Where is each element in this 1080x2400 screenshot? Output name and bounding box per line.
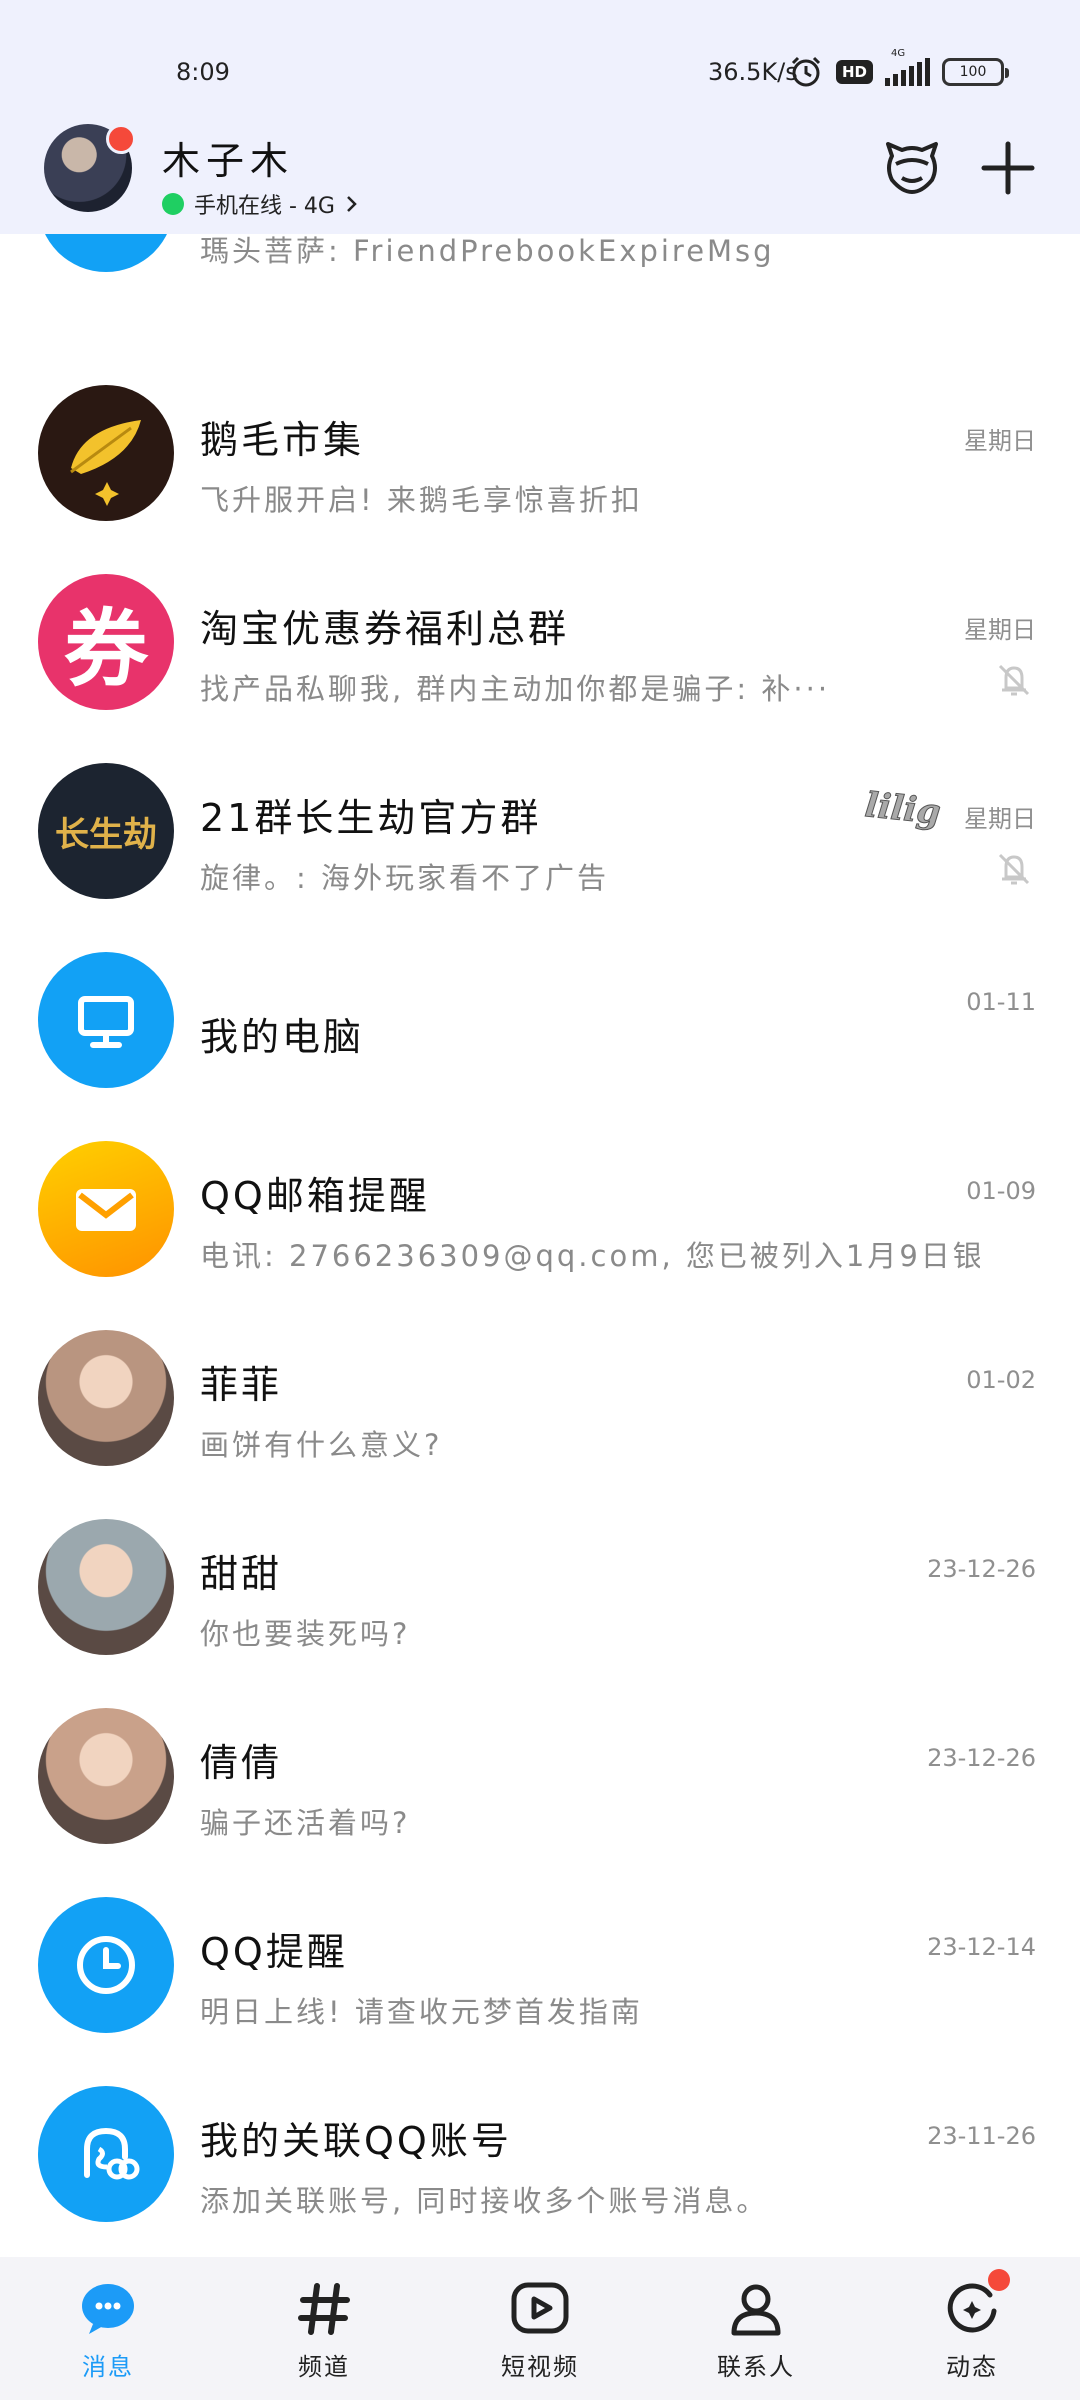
chat-title: QQ提醒 — [200, 1930, 348, 1974]
chat-avatar — [38, 1897, 174, 2033]
chat-time: 星期日 — [964, 427, 1036, 455]
chat-title: 菲菲 — [200, 1363, 283, 1407]
alarm-icon — [791, 56, 821, 87]
play-icon — [508, 2277, 572, 2341]
chat-avatar — [38, 2086, 174, 2222]
chat-avatar — [38, 1519, 174, 1655]
signal-icon: 4G — [885, 48, 931, 86]
chat-title: 21群长生劫官方群 — [200, 796, 542, 840]
bottom-nav: 消息 频道 短视频 联系人 动态 — [0, 2257, 1080, 2400]
monitor-icon — [71, 985, 141, 1055]
chat-item[interactable]: 鹅毛市集飞升服开启! 来鹅毛享惊喜折扣 星期日 — [0, 347, 1080, 536]
chat-item[interactable]: 倩倩骗子还活着吗? 23-12-26 — [0, 1670, 1080, 1859]
mail-icon — [64, 1167, 148, 1251]
status-icons: HD 4G 100 — [788, 48, 1010, 90]
profile-avatar[interactable] — [44, 124, 136, 212]
chat-item[interactable]: 我的关联QQ账号添加关联账号, 同时接收多个账号消息。 23-11-26 — [0, 2048, 1080, 2237]
chat-title: 甜甜 — [200, 1552, 283, 1596]
network-type: 4G — [891, 48, 906, 59]
chat-item[interactable]: 我的电脑 01-11 — [0, 914, 1080, 1103]
chat-preview: 飞升服开启! 来鹅毛享惊喜折扣 — [200, 483, 643, 517]
linked-account-icon — [69, 2117, 143, 2191]
chat-avatar — [38, 385, 174, 521]
chat-title: 淘宝优惠券福利总群 — [200, 607, 570, 651]
cat-face-icon — [886, 142, 938, 194]
chevron-right-icon — [347, 196, 357, 212]
chat-time: 星期日 — [964, 616, 1036, 644]
chat-item[interactable]: 甜甜你也要装死吗? 23-12-26 — [0, 1481, 1080, 1670]
plus-icon — [981, 141, 1035, 195]
add-button[interactable] — [976, 136, 1040, 200]
nav-label: 频道 — [298, 2353, 350, 2381]
feather-icon — [51, 398, 161, 508]
chat-time: 01-09 — [966, 1177, 1036, 1205]
chat-title: 倩倩 — [200, 1741, 283, 1785]
status-net-speed: 36.5K/s — [708, 58, 798, 86]
chat-time: 01-02 — [966, 1366, 1036, 1394]
chat-avatar: 长生劫 — [38, 763, 174, 899]
battery-level: 100 — [959, 64, 987, 80]
chat-time: 星期日 — [964, 805, 1036, 833]
chat-avatar — [38, 1708, 174, 1844]
top-header: 8:09 36.5K/s HD 4G 100 木子木 手机在线 - 4G — [0, 0, 1080, 234]
chat-title: 我的关联QQ账号 — [200, 2119, 512, 2163]
chat-item[interactable]: 券 淘宝优惠券福利总群找产品私聊我, 群内主动加你都是骗子: 补··· 星期日 — [0, 536, 1080, 725]
nav-item-hashtag[interactable]: 频道 — [216, 2257, 432, 2400]
hashtag-icon — [292, 2277, 356, 2341]
chat-preview: 找产品私聊我, 群内主动加你都是骗子: 补··· — [200, 672, 831, 706]
message-icon — [76, 2277, 140, 2341]
chat-time: 23-12-14 — [927, 1933, 1036, 1961]
chat-preview: 画饼有什么意义? — [200, 1428, 443, 1462]
clock-icon — [69, 1928, 143, 2002]
nav-label: 动态 — [946, 2353, 998, 2381]
coupon-icon: 券 — [63, 599, 148, 698]
chat-preview: 添加关联账号, 同时接收多个账号消息。 — [200, 2184, 769, 2218]
chat-preview: 电讯: 2766236309@qq.com, 您已被列入1月9日银行卡的··· — [200, 1239, 980, 1273]
chat-preview: 瑪头菩萨: FriendPrebookExpireMsg — [200, 234, 775, 268]
nav-item-message[interactable]: 消息 — [0, 2257, 216, 2400]
chat-time: 23-12-26 — [927, 1555, 1036, 1583]
chat-avatar — [38, 1330, 174, 1466]
chat-title: 我的电脑 — [200, 1015, 365, 1059]
chat-preview: 旋律。: 海外玩家看不了广告 — [200, 861, 609, 895]
mute-icon — [994, 660, 1034, 700]
nav-label: 短视频 — [501, 2353, 579, 2381]
mute-icon — [994, 849, 1034, 889]
chat-preview: 你也要装死吗? — [200, 1617, 411, 1651]
chat-title: QQ邮箱提醒 — [200, 1174, 430, 1218]
chat-item[interactable]: 菲菲画饼有什么意义? 01-02 — [0, 1292, 1080, 1481]
notification-dot — [988, 2269, 1010, 2291]
nav-item-play[interactable]: 短视频 — [432, 2257, 648, 2400]
star-refresh-icon — [940, 2269, 1010, 2341]
nav-label: 消息 — [82, 2353, 134, 2381]
chat-item[interactable]: QQ提醒明日上线! 请查收元梦首发指南 23-12-14 — [0, 1859, 1080, 2048]
chat-item[interactable]: QQ邮箱提醒电讯: 2766236309@qq.com, 您已被列入1月9日银行… — [0, 1103, 1080, 1292]
chat-avatar: 券 — [38, 574, 174, 710]
online-status[interactable]: 手机在线 - 4G — [162, 188, 359, 220]
person-icon — [724, 2277, 788, 2341]
chat-preview: 骗子还活着吗? — [200, 1806, 411, 1840]
chat-avatar — [38, 952, 174, 1088]
chat-preview: 明日上线! 请查收元梦首发指南 — [200, 1995, 643, 2029]
chat-time: 01-11 — [966, 988, 1036, 1016]
chat-time: 23-12-26 — [927, 1744, 1036, 1772]
cat-face-button[interactable] — [880, 136, 944, 200]
chat-item[interactable]: 长生劫 21群长生劫官方群旋律。: 海外玩家看不了广告 星期日 lilig — [0, 725, 1080, 914]
game-logo-icon: 长生劫 — [55, 814, 157, 855]
battery-icon: 100 — [942, 58, 1010, 86]
chat-tag-badge: lilig — [862, 785, 942, 834]
status-time: 8:09 — [176, 58, 230, 86]
online-dot-icon — [162, 193, 184, 215]
hd-badge: HD — [836, 60, 874, 84]
chat-title: 鹅毛市集 — [200, 418, 365, 462]
nav-item-star-refresh[interactable]: 动态 — [864, 2257, 1080, 2400]
nav-label: 联系人 — [717, 2353, 795, 2381]
nav-item-person[interactable]: 联系人 — [648, 2257, 864, 2400]
notification-dot — [106, 124, 136, 154]
chat-time: 23-11-26 — [927, 2122, 1036, 2150]
online-status-text: 手机在线 - 4G — [194, 194, 335, 219]
chat-avatar — [38, 1141, 174, 1277]
profile-name[interactable]: 木子木 — [162, 130, 294, 185]
